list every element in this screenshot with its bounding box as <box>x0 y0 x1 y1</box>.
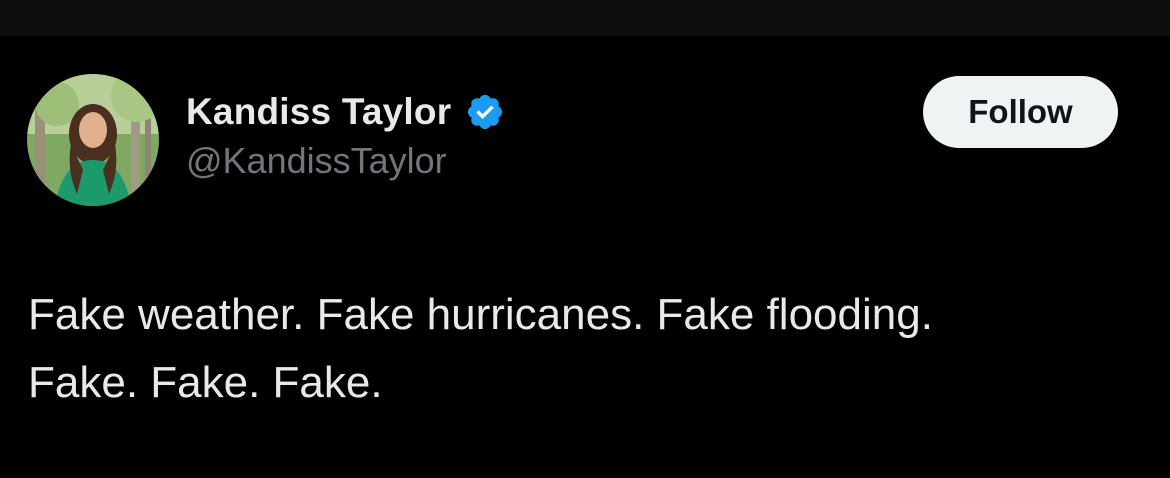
top-bar <box>0 0 1170 36</box>
author-handle[interactable]: @KandissTaylor <box>186 140 505 182</box>
tweet-card: Kandiss Taylor @KandissTaylor Follow Fak… <box>0 36 1170 478</box>
profile-photo-icon <box>27 74 159 206</box>
avatar[interactable] <box>27 74 159 206</box>
tweet-text: Fake weather. Fake hurricanes. Fake floo… <box>28 281 1138 417</box>
tweet-text-line: Fake weather. Fake hurricanes. Fake floo… <box>28 290 933 339</box>
tweet-text-line: Fake. Fake. Fake. <box>28 358 383 407</box>
author-display-name[interactable]: Kandiss Taylor <box>186 91 451 133</box>
follow-button[interactable]: Follow <box>923 76 1118 148</box>
author-identity: Kandiss Taylor @KandissTaylor <box>186 88 505 182</box>
verified-badge-icon <box>468 94 503 130</box>
author-name-row[interactable]: Kandiss Taylor <box>186 88 505 136</box>
